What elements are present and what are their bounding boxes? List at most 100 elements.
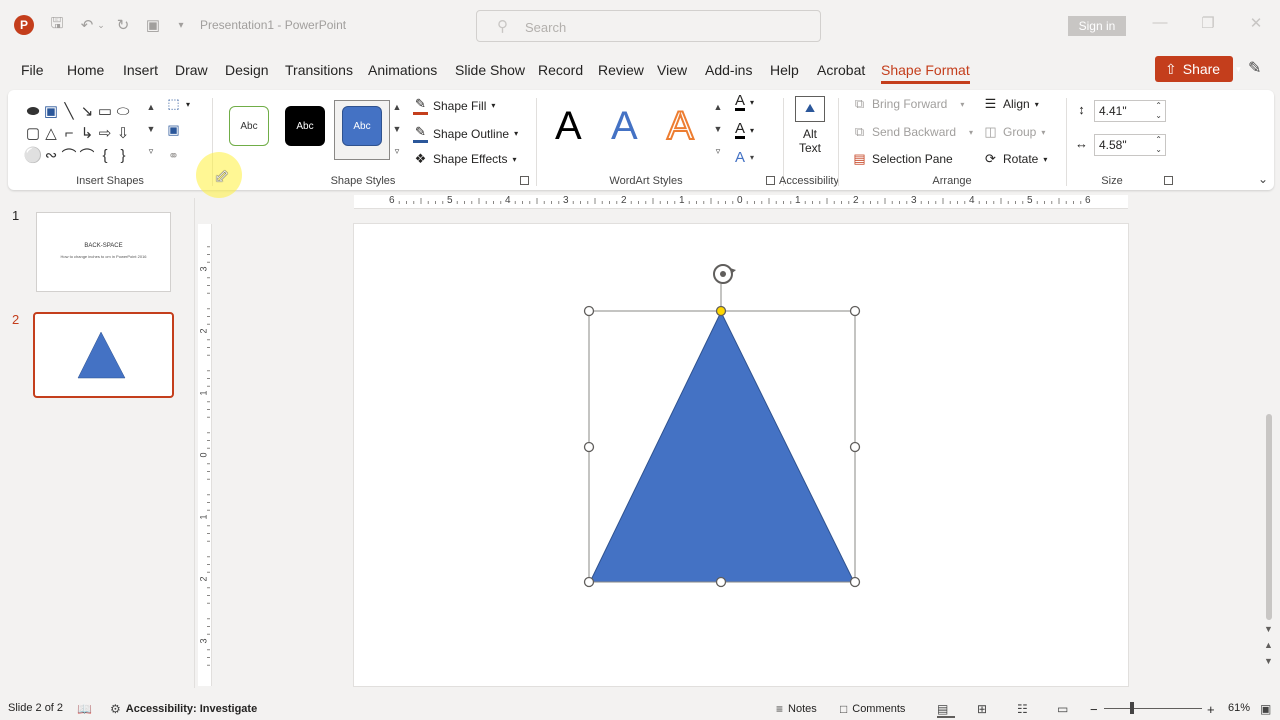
resize-handle-top-right[interactable]	[849, 305, 861, 317]
resize-handle-top-left[interactable]	[583, 305, 595, 317]
slide-canvas[interactable]	[354, 224, 1128, 686]
callout-shape-icon[interactable]: ⚪	[24, 144, 43, 166]
right-arrow-shape-icon[interactable]: ⇨	[96, 122, 114, 144]
slide-show-icon[interactable]: ▭	[1057, 702, 1068, 716]
styles-scroll-down-icon[interactable]: ▼	[391, 124, 403, 134]
tab-insert[interactable]: Insert	[123, 62, 158, 78]
share-dropdown-icon[interactable]: ▾	[1236, 64, 1241, 75]
tab-transitions[interactable]: Transitions	[285, 62, 353, 78]
customize-toolbar-icon[interactable]: ▾	[170, 14, 192, 36]
size-launcher-icon[interactable]	[1164, 176, 1173, 185]
scribble-shape-icon[interactable]: ∾	[42, 144, 60, 166]
text-outline-button[interactable]: A ▾	[735, 121, 754, 139]
wordart-scroll-up-icon[interactable]: ▲	[712, 102, 724, 112]
tab-file[interactable]: File	[21, 62, 44, 78]
shapes-more-icon[interactable]: ▿	[145, 146, 157, 157]
sign-in-button[interactable]: Sign in	[1068, 16, 1126, 36]
accessibility-status[interactable]: ⚙ Accessibility: Investigate	[110, 702, 257, 716]
tab-home[interactable]: Home	[67, 62, 104, 78]
wordart-launcher-icon[interactable]	[766, 176, 775, 185]
style-swatch-outline[interactable]: Abc	[229, 106, 269, 146]
bring-forward-button[interactable]: ⧉ Bring Forward ▾	[852, 96, 965, 112]
wordart-black[interactable]: A	[555, 104, 582, 149]
resize-handle-bottom-left[interactable]	[583, 576, 595, 588]
group-button[interactable]: ◫ Group ▾	[983, 124, 1045, 140]
slide-sorter-icon[interactable]: ⊞	[977, 702, 987, 716]
tab-add-ins[interactable]: Add-ins	[705, 62, 752, 78]
shape-effects-button[interactable]: ❖ Shape Effects ▾	[413, 151, 517, 167]
shapes-scroll-up-icon[interactable]: ▲	[145, 102, 157, 112]
triangle-shape-icon[interactable]: △	[42, 122, 60, 144]
selection-pane-button[interactable]: ▤ Selection Pane	[852, 151, 952, 167]
line-shape-icon[interactable]: ╲	[60, 100, 78, 122]
resize-handle-bottom-middle[interactable]	[715, 576, 727, 588]
resize-handle-middle-left[interactable]	[583, 441, 595, 453]
style-swatch-black[interactable]: Abc	[285, 106, 325, 146]
height-input[interactable]: 4.41" ⌃ ⌄	[1094, 100, 1166, 122]
vertical-scrollbar[interactable]	[1266, 414, 1272, 620]
maximize-icon[interactable]: ❐	[1196, 14, 1220, 32]
selected-triangle-shape[interactable]	[589, 310, 855, 583]
merge-shapes-button[interactable]: ⚭	[166, 148, 181, 164]
wordart-more-icon[interactable]: ▿	[712, 146, 724, 157]
shape-outline-button[interactable]: ✎ Shape Outline ▾	[413, 124, 518, 143]
styles-scroll-up-icon[interactable]: ▲	[391, 102, 403, 112]
search-box[interactable]: ⚲ Search	[476, 10, 821, 42]
shape-fill-button[interactable]: ✎ Shape Fill ▾	[413, 96, 495, 115]
comments-button[interactable]: □ Comments	[840, 702, 905, 716]
freeform-shape-icon[interactable]: ⬬	[24, 100, 42, 122]
rotation-handle[interactable]	[713, 264, 736, 284]
tab-help[interactable]: Help	[770, 62, 799, 78]
arrow-line-shape-icon[interactable]: ↘	[78, 100, 96, 122]
slide-thumbnail-1[interactable]: BACK-SPACE How to change inches to cm in…	[36, 212, 171, 292]
shapes-gallery[interactable]: ⬬ ▣ ╲ ↘ ▭ ⬭ ▢ △ ⌐ ↳ ⇨ ⇩ ⚪ ∾ ⌒ ⌒ { }	[24, 100, 149, 166]
wordart-scroll-down-icon[interactable]: ▼	[712, 124, 724, 134]
fit-to-window-icon[interactable]: ▣	[1260, 702, 1271, 716]
next-slide-icon[interactable]: ▼	[1264, 656, 1273, 666]
width-input[interactable]: 4.58" ⌃ ⌄	[1094, 134, 1166, 156]
zoom-slider-thumb[interactable]	[1130, 702, 1134, 714]
align-button[interactable]: ☰ Align ▾	[983, 96, 1039, 112]
comments-icon[interactable]: ✎	[1248, 58, 1261, 78]
tab-design[interactable]: Design	[225, 62, 269, 78]
text-box-button[interactable]: ▣	[166, 122, 181, 138]
text-fill-button[interactable]: A ▾	[735, 93, 754, 111]
resize-handle-bottom-right[interactable]	[849, 576, 861, 588]
rounded-rect-shape-icon[interactable]: ▢	[24, 122, 42, 144]
collapse-ribbon-icon[interactable]: ⌄	[1258, 172, 1268, 186]
rotate-button[interactable]: ⟳ Rotate ▾	[983, 151, 1047, 167]
curve-shape-icon[interactable]: ⌒	[78, 144, 96, 166]
tab-view[interactable]: View	[657, 62, 687, 78]
width-spinner-icon[interactable]: ⌃ ⌄	[1155, 135, 1162, 155]
notes-button[interactable]: ≡ Notes	[776, 702, 817, 716]
elbow-arrow-shape-icon[interactable]: ↳	[78, 122, 96, 144]
zoom-in-icon[interactable]: +	[1207, 702, 1215, 717]
left-brace-shape-icon[interactable]: {	[96, 144, 114, 166]
reading-view-icon[interactable]: ☷	[1017, 702, 1028, 716]
down-arrow-shape-icon[interactable]: ⇩	[114, 122, 132, 144]
height-spinner-icon[interactable]: ⌃ ⌄	[1155, 101, 1162, 121]
text-effects-button[interactable]: A ▾	[735, 149, 754, 166]
tab-review[interactable]: Review	[598, 62, 644, 78]
rectangle-shape-icon[interactable]: ▭	[96, 100, 114, 122]
styles-more-icon[interactable]: ▿	[391, 146, 403, 157]
close-icon[interactable]: ✕	[1244, 14, 1268, 32]
normal-view-icon[interactable]: ▤	[937, 702, 955, 718]
elbow-connector-shape-icon[interactable]: ⌐	[60, 122, 78, 144]
tab-acrobat[interactable]: Acrobat	[817, 62, 865, 78]
shapes-scroll-down-icon[interactable]: ▼	[145, 124, 157, 134]
wordart-orange-outline[interactable]: A	[666, 103, 695, 149]
shape-styles-launcher-icon[interactable]	[520, 176, 529, 185]
previous-slide-icon[interactable]: ▲	[1264, 640, 1273, 650]
tab-draw[interactable]: Draw	[175, 62, 208, 78]
undo-dropdown-icon[interactable]: ⌄	[96, 14, 106, 36]
zoom-out-icon[interactable]: −	[1090, 702, 1098, 717]
undo-icon[interactable]: ↶	[76, 14, 98, 36]
tab-record[interactable]: Record	[538, 62, 583, 78]
oval-shape-icon[interactable]: ⬭	[114, 100, 132, 122]
redo-icon[interactable]: ↻	[112, 14, 134, 36]
spell-check-icon[interactable]: 📖	[77, 702, 92, 716]
share-button[interactable]: ⇧ Share ▾	[1155, 56, 1241, 82]
resize-handle-middle-right[interactable]	[849, 441, 861, 453]
text-box-shape-icon[interactable]: ▣	[42, 100, 60, 122]
